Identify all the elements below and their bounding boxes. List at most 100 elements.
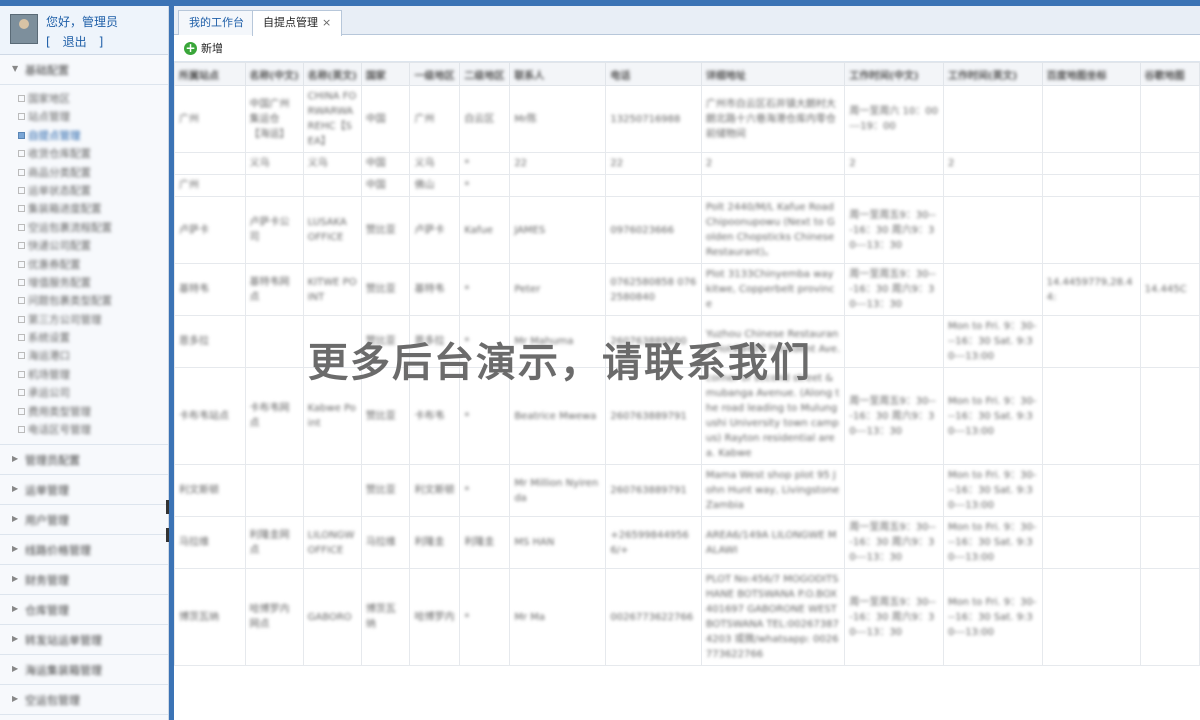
bullet-icon (18, 260, 25, 268)
table-row[interactable]: 广州 中国广州集运仓【海运】 CHINA FORWARWAREHC【SEA】 中国 广州… (174, 85, 1200, 153)
sidebar-item-label: 收货仓库配置 (28, 148, 91, 161)
bullet-icon (18, 150, 25, 158)
column-header[interactable]: 一级地区 (409, 62, 461, 86)
sidebar-section[interactable]: ▶ 运单管理 (0, 475, 168, 506)
section-label: 基础配置 (25, 64, 69, 77)
table-row[interactable]: 马拉维 利隆圭网点 LILONGW OFFICE 马拉维 利隆圭 利隆圭 MS HAN +26… (174, 516, 1200, 569)
sidebar-item-label: 增值服务配置 (28, 276, 91, 289)
sidebar-item[interactable]: 集装箱进度配置 (0, 199, 168, 217)
bullet-icon (18, 426, 25, 434)
logout-link[interactable]: [ 退出 ] (46, 33, 103, 50)
table-cell: 2 (700, 152, 846, 175)
column-header[interactable]: 详细地址 (700, 62, 846, 86)
table-row[interactable]: 基特韦 基特韦网点 KITWE POINT 赞比亚 基特韦 * Peter 076258085… (174, 263, 1200, 316)
sidebar-item[interactable]: 费用类型管理 (0, 402, 168, 420)
table-cell: 0026773622766 (605, 568, 702, 666)
table-cell: 广州市白云区石井镇大朗村大朗北路十六巷海港仓库内零仓前储物间 (700, 85, 846, 153)
bullet-icon (18, 186, 25, 194)
table-cell (1139, 367, 1200, 465)
sidebar-item[interactable]: 系统设置 (0, 328, 168, 346)
section-label: 线路价格管理 (25, 544, 91, 558)
sidebar-section[interactable]: ▶ 用户管理 (0, 505, 168, 536)
sidebar-item[interactable]: 承运公司 (0, 383, 168, 401)
sidebar-section[interactable]: ▶ 仓库管理 (0, 595, 168, 626)
column-header[interactable]: 联系人 (509, 62, 607, 86)
sidebar-section[interactable]: ▶ 管理员配置 (0, 445, 168, 476)
table-row[interactable]: 广州 中国 佛山 * (174, 174, 1200, 197)
sidebar: 您好，管理员 [ 退出 ] ▼ 基础配置 国家地区 站点管理 自提点管理收货仓库配置… (0, 6, 169, 720)
table-cell (1139, 152, 1200, 175)
column-header[interactable]: 电话 (605, 62, 702, 86)
sidebar-item[interactable]: 机场管理 (0, 365, 168, 383)
sidebar-item[interactable]: 海运港口 (0, 346, 168, 364)
table-cell (1041, 367, 1141, 465)
sidebar-section[interactable]: ▶ 财务管理 (0, 565, 168, 596)
sidebar-item[interactable]: 空运包裹流程配置 (0, 218, 168, 236)
column-header[interactable]: 名称(英文) (302, 62, 362, 86)
column-header[interactable]: 国家 (360, 62, 411, 86)
chevron-right-icon: ▶ (12, 694, 19, 704)
sidebar-item-list: 国家地区 站点管理 自提点管理收货仓库配置商品分类配置 运单状态配置集装箱进度配置 空运… (0, 85, 168, 446)
table-cell (1041, 85, 1141, 153)
table-cell: 博茨瓦纳 (360, 568, 411, 666)
sidebar-section-basic[interactable]: ▼ 基础配置 (0, 55, 168, 85)
toolbar: + 新增 (174, 35, 1200, 62)
column-header[interactable]: 谷歌地图 (1139, 62, 1200, 86)
sidebar-item-label: 电话区号管理 (28, 424, 91, 437)
table-cell: 哈博罗内网点 (244, 568, 304, 666)
sidebar-item[interactable]: 优惠券配置 (0, 255, 168, 273)
table-cell (1041, 464, 1141, 517)
tab-workbench[interactable]: 我的工作台 (178, 10, 255, 35)
sidebar-item[interactable]: 收货仓库配置 (0, 144, 168, 162)
sidebar-section[interactable]: ▶ 海运集装箱管理 (0, 655, 168, 686)
sidebar-item[interactable]: 电话区号管理 (0, 420, 168, 438)
table-cell: Mon to Fri. 9：30---16：30 Sat. 9:30---13:… (943, 315, 1043, 368)
sidebar-section[interactable]: ▶ 空运包管理 (0, 685, 168, 716)
add-button[interactable]: + 新增 (184, 40, 223, 56)
table-cell: 白云区 (459, 85, 511, 153)
table-cell: Mr陈 (509, 85, 607, 153)
sidebar-item-label: 空运包裹流程配置 (28, 221, 112, 234)
sidebar-item[interactable]: 运单状态配置 (0, 181, 168, 199)
table-cell (174, 152, 246, 175)
table-row[interactable]: 卢萨卡 卢萨卡公司 LUSAKA OFFICE 赞比亚 卢萨卡 Kafue JAMES 097… (174, 196, 1200, 264)
chevron-right-icon: ▶ (12, 544, 19, 554)
column-header[interactable]: 二级地区 (459, 62, 511, 86)
table-cell: GABORO (302, 568, 362, 666)
table-cell: 基特韦网点 (244, 263, 304, 316)
table-cell: Mama West shop plot 95 John Hunt way, Li… (700, 464, 846, 517)
greeting-text: 您好，管理员 (46, 15, 119, 29)
column-header[interactable]: 所属站点 (174, 62, 246, 86)
sidebar-item[interactable]: 增值服务配置 (0, 273, 168, 291)
table-cell: KITWE POINT (302, 263, 362, 316)
sidebar-item[interactable]: 自提点管理 (0, 126, 168, 144)
sidebar-section[interactable]: ▶ 转发站运单管理 (0, 625, 168, 656)
sidebar-item[interactable]: 国家地区 (0, 89, 168, 107)
sidebar-section[interactable]: ▶ 线路价格管理 (0, 535, 168, 566)
close-icon[interactable]: × (322, 16, 331, 29)
table-row[interactable]: 博茨瓦纳 哈博罗内网点 GABORO 博茨瓦纳 哈博罗内 * Mr Ma 0026773622… (174, 568, 1200, 666)
table-cell: 广州 (174, 174, 246, 197)
table-row[interactable]: 利文斯顿 赞比亚 利文斯顿 * Mr Million Nyirenda 260763889… (174, 464, 1200, 517)
tab-pickup-points[interactable]: 自提点管理 × (252, 10, 343, 36)
table-cell: LILONGW OFFICE (302, 516, 362, 569)
table-cell (302, 174, 362, 197)
table-cell (244, 315, 304, 368)
table-cell (943, 263, 1043, 316)
table-cell: 利文斯顿 (409, 464, 461, 517)
sidebar-item-label: 集装箱进度配置 (28, 203, 102, 216)
sidebar-item[interactable]: 第三方公司管理 (0, 310, 168, 328)
table-row[interactable]: 义乌 义乌 中国 义乌 * 22 22 2 2 2 (174, 152, 1200, 175)
column-header[interactable]: 名称(中文) (244, 62, 304, 86)
column-header[interactable]: 工作时间(中文) (844, 62, 944, 86)
table-cell: JAMES (509, 196, 607, 264)
column-header[interactable]: 百度地图坐标 (1041, 62, 1141, 86)
sidebar-item[interactable]: 快递公司配置 (0, 236, 168, 254)
sidebar-item[interactable]: 商品分类配置 (0, 163, 168, 181)
sidebar-item[interactable]: 问题包裹类型配置 (0, 291, 168, 309)
column-header[interactable]: 工作时间(英文) (943, 62, 1043, 86)
sidebar-item[interactable]: 站点管理 (0, 107, 168, 125)
table-cell: 基特韦 (409, 263, 461, 316)
table-cell: 广州 (409, 85, 461, 153)
table-cell: 周一至周五9：30---16：30 周六9：30---13：30 (844, 196, 944, 264)
